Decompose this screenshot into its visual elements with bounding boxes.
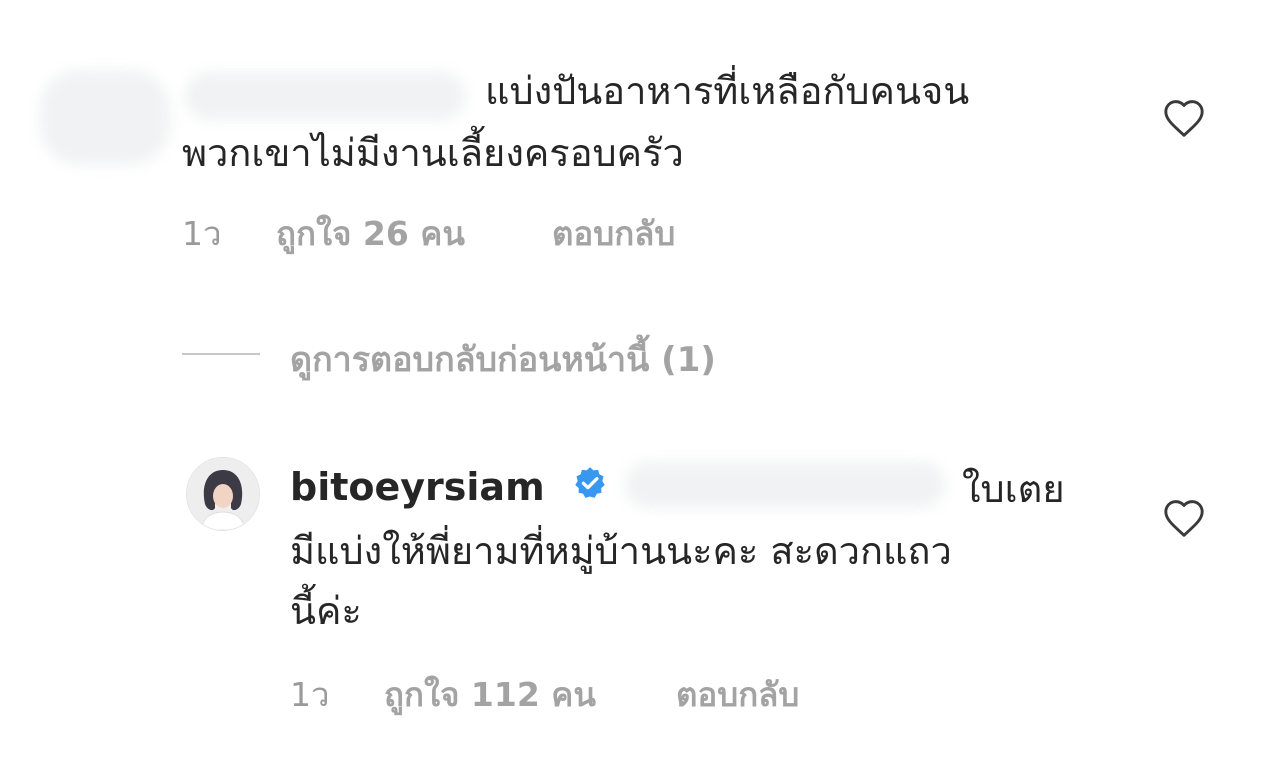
view-replies-divider <box>182 353 260 355</box>
reply-text-line2: มีแบ่งให้พี่ยามที่หมู่บ้านนะคะ สะดวกแถว <box>290 529 952 573</box>
reply-text-line3: นี้ค่ะ <box>290 589 362 633</box>
heart-outline-icon[interactable] <box>1162 98 1206 138</box>
reply-timestamp: 1ว <box>290 675 330 714</box>
reply-like-count[interactable]: ถูกใจ 112 คน <box>384 668 596 721</box>
comment-username[interactable]: bitoeyrsiam <box>290 465 545 509</box>
comment-reply-button[interactable]: ตอบกลับ <box>552 207 675 260</box>
comment-text-line2: พวกเขาไม่มีงานเลี้ยงครอบครัว <box>182 131 684 175</box>
blurred-username <box>185 72 465 120</box>
blurred-avatar <box>40 70 170 165</box>
comment-text-line1: แบ่งปันอาหารที่เหลือกับคนจน <box>485 69 970 113</box>
reply-text-line1: ใบเตย <box>962 467 1065 511</box>
user-avatar[interactable] <box>186 457 260 531</box>
comment-timestamp: 1ว <box>182 214 222 253</box>
blurred-mention <box>625 462 945 508</box>
comment-like-count[interactable]: ถูกใจ 26 คน <box>276 207 465 260</box>
view-previous-replies-button[interactable]: ดูการตอบกลับก่อนหน้านี้ (1) <box>290 332 716 386</box>
avatar-image <box>187 458 259 530</box>
verified-badge-icon <box>575 467 605 498</box>
reply-reply-button[interactable]: ตอบกลับ <box>676 668 799 721</box>
heart-outline-icon[interactable] <box>1162 498 1206 538</box>
